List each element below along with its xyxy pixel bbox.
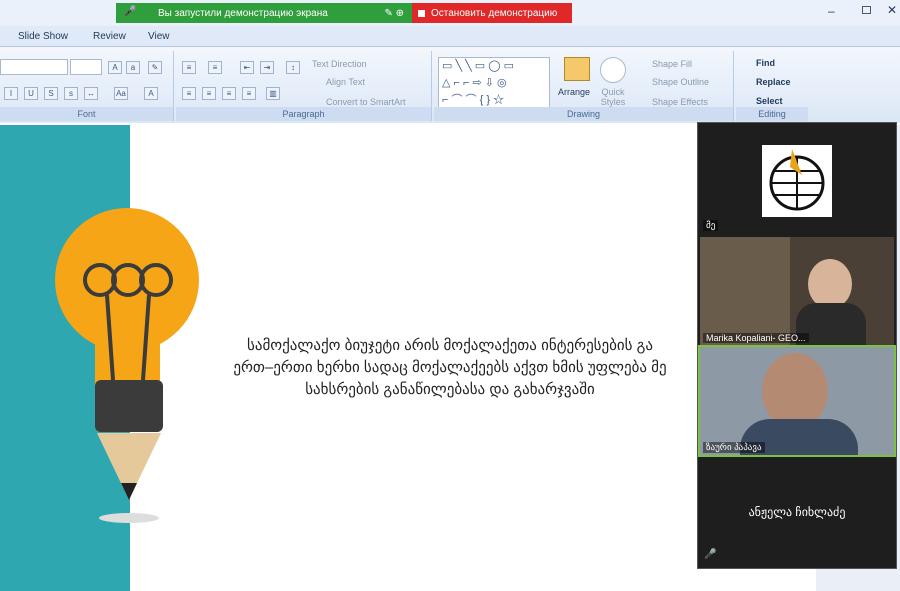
shape-effects-button[interactable]: Shape Effects [652, 97, 708, 107]
editing-group-label: Editing [736, 107, 808, 121]
muted-microphone-icon: 🎤 [704, 549, 717, 560]
drawing-group: ▭ ╲ ╲ ▭ ◯ ▭ △ ⌐ ⌐ ⇨ ⇩ ◎ ⌐ ⌒ ⌒ { } ☆ Arrang… [434, 51, 734, 121]
video-panel: მე Marika Kopaliani- GEO... ზაური პაპავა… [697, 122, 897, 569]
slide-line-2: ერთ–ერთი ხერხი სადაც მოქალაქეებს აქვთ ხმ… [233, 359, 667, 376]
columns-icon[interactable]: ▥ [266, 87, 280, 100]
participant-name: მე [703, 220, 719, 231]
shadow-icon[interactable]: s [64, 87, 78, 100]
justify-icon[interactable]: ≡ [242, 87, 256, 100]
char-spacing-icon[interactable]: ↔ [84, 87, 98, 100]
minimize-icon[interactable]: – [828, 4, 835, 18]
participant-tile-zauri[interactable]: ზაური პაპავა [698, 345, 896, 457]
share-banner: 🎤 Вы запустили демонстрацию экрана ✎ ⊕ [116, 3, 412, 23]
participant-name: Marika Kopaliani- GEO... [703, 333, 809, 343]
bookshelf-background [700, 237, 790, 345]
quick-styles-icon[interactable] [600, 57, 626, 83]
slide-text: სამოქალაქო ბიუჯეტი არის მოქალაქეთა ინტერ… [160, 335, 740, 401]
find-button[interactable]: Find [756, 58, 775, 68]
align-left-icon[interactable]: ≡ [182, 87, 196, 100]
change-case-icon[interactable]: Aa [114, 87, 128, 100]
bullets-icon[interactable]: ≡ [182, 61, 196, 74]
tab-slide-show[interactable]: Slide Show [18, 31, 68, 42]
stop-share-label: Остановить демонстрацию [431, 7, 558, 19]
participant-tile-self[interactable]: მე [700, 125, 894, 233]
slide-line-1: სამოქალაქო ბიუჯეტი არის მოქალაქეთა ინტერ… [246, 337, 654, 354]
slide-line-3: სახსრების განაწილებასა და გახარჯვაში [305, 381, 595, 398]
increase-indent-icon[interactable]: ⇥ [260, 61, 274, 74]
clear-format-icon[interactable]: ✎ [148, 61, 162, 74]
editing-group: Find Replace Select Editing [736, 51, 808, 121]
tab-view[interactable]: View [148, 31, 170, 42]
participant-face [808, 259, 852, 309]
stop-share-button[interactable]: Остановить демонстрацию [412, 3, 572, 23]
participant-name: ზაური პაპავა [703, 442, 765, 453]
text-direction-button[interactable]: Text Direction [312, 59, 367, 69]
participant-tile-marika[interactable]: Marika Kopaliani- GEO... [700, 237, 894, 345]
font-size-box[interactable] [70, 59, 102, 75]
font-color-icon[interactable]: A [144, 87, 158, 100]
maximize-icon[interactable] [862, 6, 871, 14]
share-banner-text: Вы запустили демонстрацию экрана [158, 7, 328, 19]
convert-smartart-button[interactable]: Convert to SmartArt [326, 97, 406, 107]
grow-font-icon[interactable]: A [108, 61, 122, 74]
ribbon-tabs: Slide Show Review View [0, 26, 900, 47]
arrange-icon[interactable] [564, 57, 590, 81]
select-button[interactable]: Select [756, 96, 783, 106]
quick-styles-button[interactable]: Quick Styles [596, 87, 630, 107]
shape-fill-button[interactable]: Shape Fill [652, 59, 692, 69]
share-controls-icon[interactable]: ✎ ⊕ [384, 8, 412, 19]
paragraph-group-label: Paragraph [176, 107, 431, 121]
microphone-icon: 🎤 [124, 6, 137, 17]
stop-icon [418, 9, 425, 17]
arrange-button[interactable]: Arrange [558, 87, 590, 97]
font-name-box[interactable] [0, 59, 68, 75]
paragraph-group: ≡ ≡ ⇤ ⇥ ↕ ≡ ≡ ≡ ≡ ▥ Text Direction Align… [176, 51, 432, 121]
font-group-label: Font [0, 107, 173, 121]
shapes-gallery[interactable]: ▭ ╲ ╲ ▭ ◯ ▭ △ ⌐ ⌐ ⇨ ⇩ ◎ ⌐ ⌒ ⌒ { } ☆ [438, 57, 550, 109]
strikethrough-icon[interactable]: S [44, 87, 58, 100]
close-icon[interactable]: ✕ [887, 3, 897, 17]
shape-outline-button[interactable]: Shape Outline [652, 77, 709, 87]
line-spacing-icon[interactable]: ↕ [286, 61, 300, 74]
align-center-icon[interactable]: ≡ [202, 87, 216, 100]
replace-button[interactable]: Replace [756, 77, 791, 87]
ribbon: A a ✎ I U S s ↔ Aa A Font ≡ ≡ ⇤ ⇥ ↕ ≡ ≡ … [0, 47, 900, 123]
align-right-icon[interactable]: ≡ [222, 87, 236, 100]
participant-face [762, 353, 828, 429]
align-text-button[interactable]: Align Text [326, 77, 365, 87]
participant-name-center: ანჟელა ჩიხლაძე [748, 505, 846, 519]
numbering-icon[interactable]: ≡ [208, 61, 222, 74]
underline-icon[interactable]: U [24, 87, 38, 100]
font-group: A a ✎ I U S s ↔ Aa A Font [0, 51, 174, 121]
drawing-group-label: Drawing [434, 107, 733, 121]
decrease-indent-icon[interactable]: ⇤ [240, 61, 254, 74]
italic-icon[interactable]: I [4, 87, 18, 100]
participant-tile-anzhela[interactable]: ანჟელა ჩიხლაძე 🎤 [700, 459, 894, 567]
shrink-font-icon[interactable]: a [126, 61, 140, 74]
globe-logo-icon [762, 145, 832, 217]
tab-review[interactable]: Review [93, 31, 126, 42]
